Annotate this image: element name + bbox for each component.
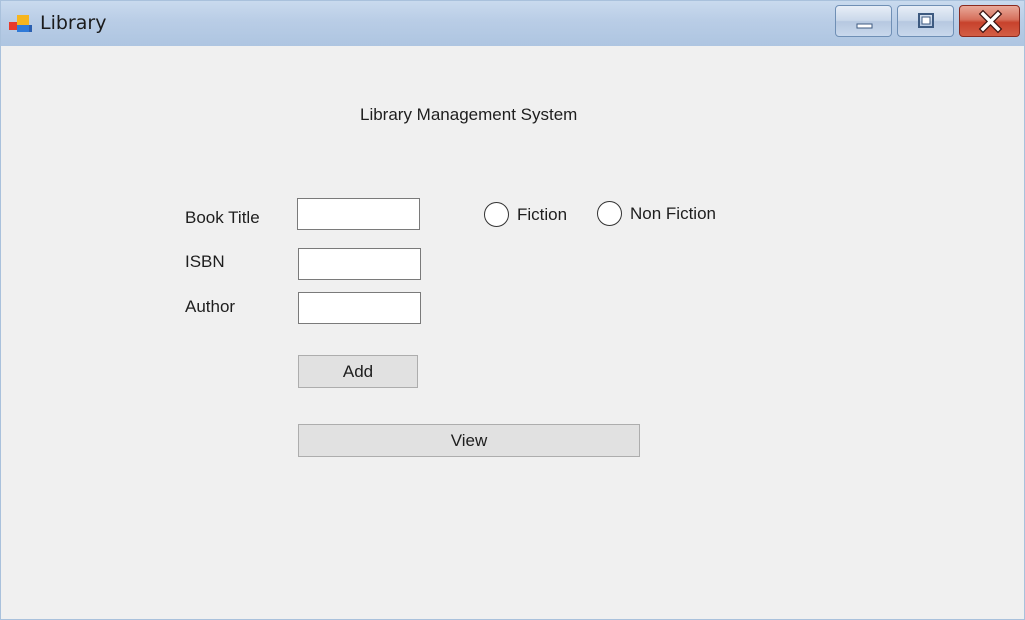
non-fiction-radio-label[interactable]: Non Fiction <box>630 204 716 224</box>
minimize-icon <box>856 23 873 29</box>
author-input[interactable] <box>298 292 421 324</box>
window-title: Library <box>40 12 107 34</box>
form-heading: Library Management System <box>360 105 578 124</box>
close-button[interactable] <box>959 5 1020 37</box>
book-title-label: Book Title <box>185 208 260 227</box>
isbn-input[interactable] <box>298 248 421 280</box>
maximize-button[interactable] <box>897 5 954 37</box>
non-fiction-radio-circle[interactable] <box>597 201 622 226</box>
library-window: Library Library Management System Book T… <box>0 0 1025 620</box>
author-label: Author <box>185 297 236 316</box>
title-bar[interactable]: Library <box>1 1 1024 46</box>
fiction-radio-circle[interactable] <box>484 202 509 227</box>
maximize-icon <box>918 13 934 28</box>
minimize-button[interactable] <box>835 5 892 37</box>
non-fiction-radio[interactable]: Non Fiction <box>597 201 716 226</box>
add-button[interactable]: Add <box>298 355 418 388</box>
form-client-area: Library Management System Book Title ISB… <box>8 46 1019 614</box>
library-app-icon <box>9 14 33 34</box>
book-title-input[interactable] <box>297 198 420 230</box>
close-icon <box>978 9 1003 34</box>
isbn-label: ISBN <box>185 252 225 271</box>
fiction-radio[interactable]: Fiction <box>484 202 567 227</box>
fiction-radio-label[interactable]: Fiction <box>517 205 567 225</box>
view-button[interactable]: View <box>298 424 640 457</box>
